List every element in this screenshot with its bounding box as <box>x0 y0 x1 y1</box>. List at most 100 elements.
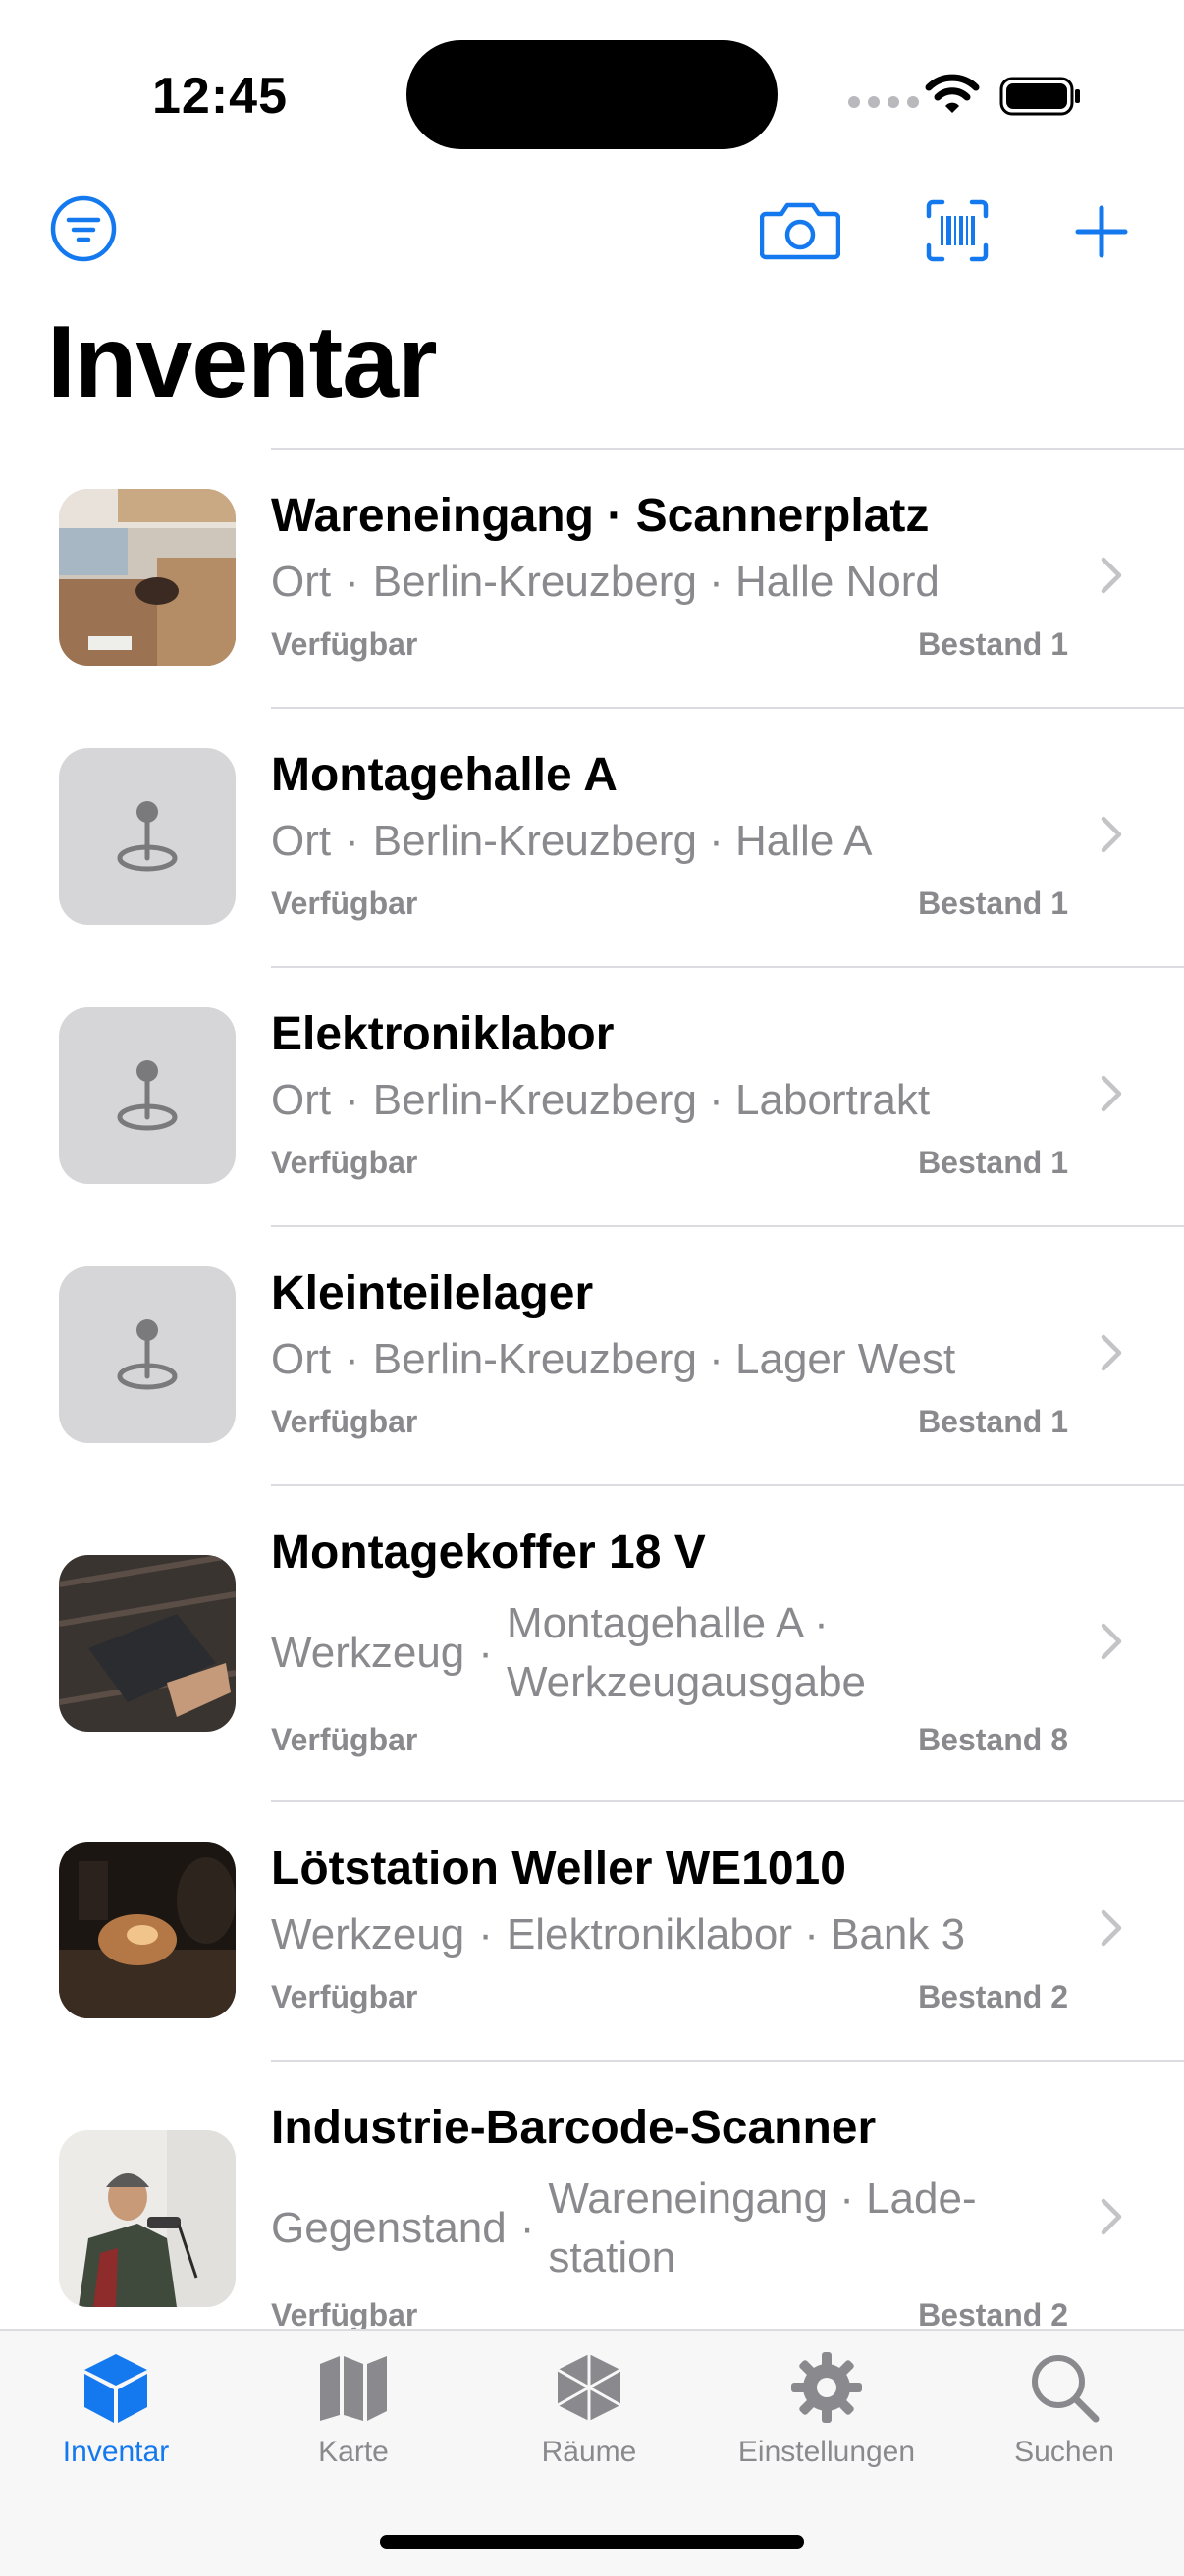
tab-label: Karte <box>318 2436 389 2468</box>
item-name: Lötstation Weller WE1010 <box>271 1843 846 1895</box>
dynamic-island <box>406 40 778 149</box>
row-separator <box>271 1225 1184 1227</box>
item-status: Verfügbar <box>271 886 418 921</box>
item-status: Verfügbar <box>271 1979 418 2014</box>
item-stock: Bestand 1 <box>918 626 1068 662</box>
chevron-right-icon <box>1101 1334 1122 1371</box>
tab-karte[interactable]: Karte <box>255 2350 452 2469</box>
item-name: Kleinteilelager <box>271 1267 594 1319</box>
list-item[interactable]: Kleinteilelager Ort · Berlin-Kreuzberg · L… <box>0 1225 1184 1484</box>
item-status: Verfügbar <box>271 1145 418 1180</box>
item-kind: Werkzeug <box>271 1910 465 1959</box>
row-separator <box>271 1484 1184 1486</box>
chevron-right-icon <box>1101 816 1122 853</box>
item-stock: Bestand 2 <box>918 1979 1068 2014</box>
item-name: Montagehalle A <box>271 749 618 801</box>
item-stock: Bestand 1 <box>918 886 1068 921</box>
row-separator <box>271 966 1184 968</box>
map-icon <box>320 2356 387 2421</box>
camera-button[interactable] <box>759 198 841 266</box>
item-kind: Ort <box>271 817 332 865</box>
camera-icon <box>759 202 841 260</box>
item-meta: Ort · Berlin-Kreuzberg · Halle A <box>271 817 873 865</box>
filter-circle-icon <box>50 195 117 262</box>
item-kind: Werkzeug <box>271 1629 465 1677</box>
item-kind: Gegenstand <box>271 2204 507 2252</box>
gear-icon <box>791 2352 862 2423</box>
item-name: Montagekoffer 18 V <box>271 1527 706 1579</box>
filter-button[interactable] <box>49 194 118 268</box>
list-item[interactable]: Industrie-Barcode-Scanner Gegenstand · War… <box>0 2060 1184 2329</box>
status-bar: 12:45 <box>0 0 1184 177</box>
item-location: Montagehalle A · Werkzeugausgabe <box>506 1599 867 1706</box>
tab-label: Inventar <box>62 2436 170 2468</box>
chevron-right-icon <box>1101 2198 1122 2235</box>
location-pin-icon <box>117 801 178 872</box>
tab-label: Räume <box>541 2436 637 2468</box>
item-location: Berlin-Kreuzberg · Labortrakt <box>372 1076 931 1124</box>
item-stock: Bestand 1 <box>918 1145 1068 1180</box>
item-thumbnail <box>59 1266 236 1443</box>
item-kind: Ort <box>271 1076 332 1124</box>
tab-label: Einstellungen <box>737 2436 916 2468</box>
item-location: Wareneingang · Lade-station <box>548 2174 977 2281</box>
plus-icon <box>1075 205 1128 258</box>
item-thumbnail <box>59 748 236 925</box>
list-item[interactable]: Montagehalle A Ort · Berlin-Kreuzberg · Ha… <box>0 707 1184 966</box>
barcode-scan-button[interactable] <box>925 198 990 268</box>
item-name: Industrie-Barcode-Scanner <box>271 2102 877 2154</box>
cellular-signal-icon <box>848 96 919 108</box>
cube-icon <box>84 2354 147 2423</box>
item-status: Verfügbar <box>271 1722 418 1757</box>
item-location: Berlin-Kreuzberg · Lager West <box>372 1335 956 1383</box>
item-thumbnail <box>59 489 236 666</box>
wifi-icon <box>925 74 980 113</box>
list-item[interactable]: Wareneingang · Scannerplatz Ort · Berlin-K… <box>0 448 1184 707</box>
item-status: Verfügbar <box>271 1404 418 1439</box>
list-item[interactable]: Elektroniklabor Ort · Berlin-Kreuzberg · L… <box>0 966 1184 1225</box>
row-separator <box>271 1800 1184 1802</box>
item-location: Berlin-Kreuzberg · Halle A <box>372 817 873 865</box>
item-status: Verfügbar <box>271 626 418 662</box>
item-kind: Ort <box>271 1335 332 1383</box>
item-name: Elektroniklabor <box>271 1008 615 1060</box>
rooms-icon <box>557 2354 621 2421</box>
home-indicator <box>380 2535 804 2549</box>
item-meta: Werkzeug · Elektroniklabor · Bank 3 <box>271 1910 966 1959</box>
tab-suchen[interactable]: Suchen <box>966 2350 1162 2469</box>
location-pin-icon <box>117 1319 178 1390</box>
row-separator <box>271 707 1184 709</box>
battery-icon <box>999 77 1080 116</box>
item-status: Verfügbar <box>271 2297 418 2329</box>
item-meta: Gegenstand · Wareneingang · Lade-station <box>271 2170 1019 2287</box>
list-item[interactable]: Lötstation Weller WE1010 Werkzeug · Elektr… <box>0 1800 1184 2060</box>
item-thumbnail <box>59 1555 236 1732</box>
barcode-viewfinder-icon <box>926 199 989 262</box>
list-item[interactable]: Montagekoffer 18 V Werkzeug · Montagehalle… <box>0 1484 1184 1800</box>
item-thumbnail <box>59 1007 236 1184</box>
tab-einstellungen[interactable]: Einstellungen <box>728 2350 925 2469</box>
item-stock: Bestand 1 <box>918 1404 1068 1439</box>
item-location: Elektroniklabor · Bank 3 <box>506 1910 966 1959</box>
chevron-right-icon <box>1101 1623 1122 1660</box>
item-thumbnail <box>59 2130 236 2307</box>
chevron-right-icon <box>1101 557 1122 594</box>
item-name: Wareneingang · Scannerplatz <box>271 490 930 542</box>
item-location: Berlin-Kreuzberg · Halle Nord <box>372 558 940 606</box>
page-title: Inventar <box>47 305 438 419</box>
item-stock: Bestand 8 <box>918 1722 1068 1757</box>
tab-raeume[interactable]: Räume <box>491 2350 687 2469</box>
location-pin-icon <box>117 1060 178 1131</box>
item-thumbnail <box>59 1842 236 2018</box>
item-meta: Ort · Berlin-Kreuzberg · Labortrakt <box>271 1076 931 1124</box>
add-button[interactable] <box>1074 204 1129 264</box>
search-icon <box>1032 2355 1100 2423</box>
item-meta: Ort · Berlin-Kreuzberg · Lager West <box>271 1335 956 1383</box>
chevron-right-icon <box>1101 1909 1122 1947</box>
tab-inventar[interactable]: Inventar <box>18 2350 214 2469</box>
inventory-list[interactable]: Wareneingang · Scannerplatz Ort · Berlin-K… <box>0 448 1184 2329</box>
row-separator <box>271 2060 1184 2062</box>
row-separator <box>271 448 1184 450</box>
item-kind: Ort <box>271 558 332 606</box>
tab-label: Suchen <box>1014 2436 1114 2468</box>
